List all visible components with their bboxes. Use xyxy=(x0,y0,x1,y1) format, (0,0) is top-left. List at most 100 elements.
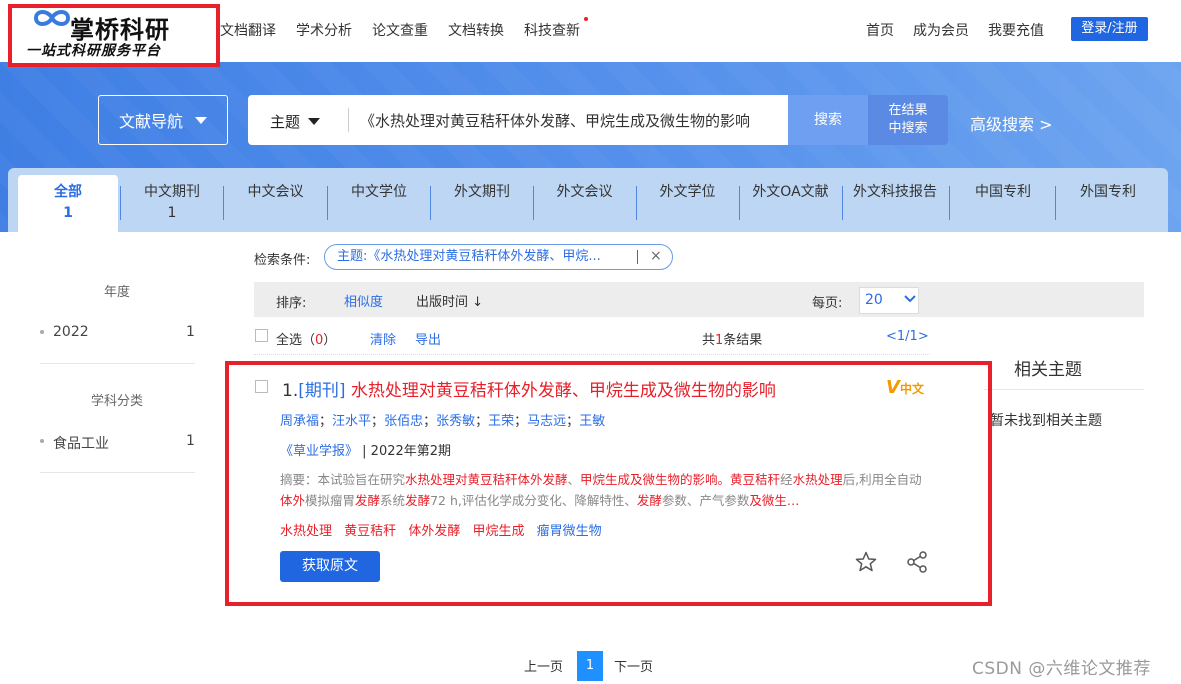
page-current[interactable]: 1 xyxy=(577,651,603,681)
star-icon[interactable] xyxy=(854,550,878,574)
in-result-line2: 中搜索 xyxy=(888,121,928,136)
search-button[interactable]: 搜索 xyxy=(788,95,868,145)
tab-count: 1 xyxy=(167,205,177,221)
nav-member[interactable]: 成为会员 xyxy=(913,20,969,40)
result-checkbox[interactable] xyxy=(255,380,268,393)
nav-plagiarism[interactable]: 论文查重 xyxy=(372,20,428,40)
divider xyxy=(637,250,638,264)
tab-divider xyxy=(949,186,950,220)
subject-filter-food[interactable]: 食品工业 xyxy=(53,433,109,453)
tab-cn-degree[interactable]: 中文学位 xyxy=(328,175,430,232)
abstract-text: 系统 xyxy=(380,493,406,508)
select-all-checkbox[interactable] xyxy=(255,329,268,342)
tab-foreign-report[interactable]: 外文科技报告 xyxy=(843,175,947,232)
tab-cn-patent[interactable]: 中国专利 xyxy=(952,175,1054,232)
result-index: 1. xyxy=(282,381,299,401)
watermark: CSDN @六维论文推荐 xyxy=(972,659,1151,679)
tab-foreign-journal[interactable]: 外文期刊 xyxy=(431,175,533,232)
tab-label: 中文会议 xyxy=(247,184,304,200)
nav-novelty[interactable]: 科技查新 xyxy=(524,20,580,40)
divider xyxy=(984,389,1144,390)
login-button[interactable]: 登录/注册 xyxy=(1071,17,1148,41)
keyword-link[interactable]: 瘤胃微生物 xyxy=(537,524,602,539)
prev-page-button[interactable]: 上一页 xyxy=(524,656,563,675)
search-type-select[interactable]: 主题 xyxy=(270,111,321,132)
divider xyxy=(40,363,195,364)
author-link[interactable]: 马志远 xyxy=(527,414,566,429)
tab-foreign-degree[interactable]: 外文学位 xyxy=(637,175,738,232)
tab-all[interactable]: 全部 1 xyxy=(18,175,118,232)
sort-date[interactable]: 出版时间 ↓ xyxy=(416,291,483,310)
nav-home[interactable]: 首页 xyxy=(866,20,894,40)
nav-analysis[interactable]: 学术分析 xyxy=(296,20,352,40)
abstract-text: 摘要：本试验旨在研究 xyxy=(280,472,406,487)
export-link[interactable]: 导出 xyxy=(415,329,441,348)
result-total: 共1条结果 xyxy=(702,329,762,348)
abstract-text: 经 xyxy=(780,472,793,487)
chevron-down-icon xyxy=(904,295,916,303)
abstract-highlight: 发酵 xyxy=(636,493,662,508)
journal-link[interactable]: 《草业学报》 xyxy=(280,444,358,459)
keyword-link[interactable]: 水热处理 xyxy=(280,524,332,539)
tab-count: 1 xyxy=(63,205,73,221)
result-authors: 周承福；汪水平；张佰忠；张秀敏；王荣；马志远；王敏 xyxy=(280,414,606,429)
author-link[interactable]: 王荣 xyxy=(488,414,514,429)
author-link[interactable]: 张秀敏 xyxy=(436,414,475,429)
keyword-link[interactable]: 黄豆秸秆 xyxy=(344,524,396,539)
nav-translate[interactable]: 文档翻译 xyxy=(220,20,276,40)
subject-filter-count: 1 xyxy=(186,433,195,449)
tab-cn-journal[interactable]: 中文期刊 1 xyxy=(122,175,222,232)
keyword-link[interactable]: 体外发酵 xyxy=(408,524,460,539)
tab-cn-conference[interactable]: 中文会议 xyxy=(224,175,327,232)
total-pre: 共 xyxy=(702,333,716,348)
search-in-results-button[interactable]: 在结果 中搜索 xyxy=(868,95,948,145)
author-link[interactable]: 周承福 xyxy=(280,414,319,429)
bullet-icon xyxy=(40,330,44,334)
year-filter-2022[interactable]: 2022 xyxy=(53,324,89,340)
literature-nav-dropdown[interactable]: 文献导航 xyxy=(98,95,228,145)
abstract-text: 、 xyxy=(567,472,581,487)
author-link[interactable]: 汪水平 xyxy=(332,414,371,429)
close-icon[interactable]: × xyxy=(650,248,662,264)
right-nav: 首页 成为会员 我要充值 xyxy=(866,20,1063,40)
v-logo-icon: V xyxy=(886,377,900,398)
tab-label: 全部 xyxy=(54,184,82,200)
get-fulltext-button[interactable]: 获取原文 xyxy=(280,551,380,582)
chevron-down-icon xyxy=(195,116,207,124)
abstract-highlight: 水热处理对黄豆秸秆体外发酵 xyxy=(405,472,568,487)
top-nav: 文档翻译 学术分析 论文查重 文档转换 科技查新 xyxy=(220,20,600,40)
logo[interactable]: 掌桥科研 一站式科研服务平台 xyxy=(8,4,220,67)
tab-foreign-patent[interactable]: 外国专利 xyxy=(1056,175,1160,232)
tab-foreign-oa[interactable]: 外文OA文献 xyxy=(740,175,841,232)
condition-chip[interactable]: 主题:《水热处理对黄豆秸秆体外发酵、甲烷... xyxy=(324,244,673,270)
search-input[interactable] xyxy=(360,101,785,139)
tab-divider xyxy=(120,186,121,220)
per-page-label: 每页: xyxy=(812,296,843,311)
result-title[interactable]: 1.[期刊] 水热处理对黄豆秸秆体外发酵、甲烷生成及微生物的影响 xyxy=(282,376,776,401)
search-type-label: 主题 xyxy=(270,113,301,131)
year-filter-count: 1 xyxy=(186,324,195,340)
tab-foreign-conference[interactable]: 外文会议 xyxy=(534,175,635,232)
tab-divider xyxy=(327,186,328,220)
keyword-link[interactable]: 甲烷生成 xyxy=(472,524,524,539)
nav-convert[interactable]: 文档转换 xyxy=(448,20,504,40)
advanced-search-link[interactable]: 高级搜索 > xyxy=(970,111,1053,135)
tab-label: 外国专利 xyxy=(1080,184,1136,200)
tab-label: 外文会议 xyxy=(556,184,613,200)
clear-link[interactable]: 清除 xyxy=(370,329,396,348)
sort-label: 排序: xyxy=(276,296,307,311)
nav-recharge[interactable]: 我要充值 xyxy=(988,20,1044,40)
share-icon[interactable] xyxy=(905,550,929,574)
abstract-text: 参数、产气参数 xyxy=(661,493,750,508)
sort-relevance[interactable]: 相似度 xyxy=(344,291,383,310)
author-link[interactable]: 张佰忠 xyxy=(384,414,423,429)
tab-divider xyxy=(739,186,740,220)
result-keywords: 水热处理 黄豆秸秆 体外发酵 甲烷生成 瘤胃微生物 xyxy=(280,520,610,539)
language-badge: V中文 xyxy=(886,377,924,398)
next-page-button[interactable]: 下一页 xyxy=(614,656,653,675)
mini-pager[interactable]: <1/1> xyxy=(886,329,929,344)
select-all-label[interactable]: 全选（0） xyxy=(276,329,336,348)
related-topics-empty: 暂未找到相关主题 xyxy=(990,413,1102,429)
author-link[interactable]: 王敏 xyxy=(579,414,605,429)
chevron-down-icon xyxy=(308,118,321,125)
